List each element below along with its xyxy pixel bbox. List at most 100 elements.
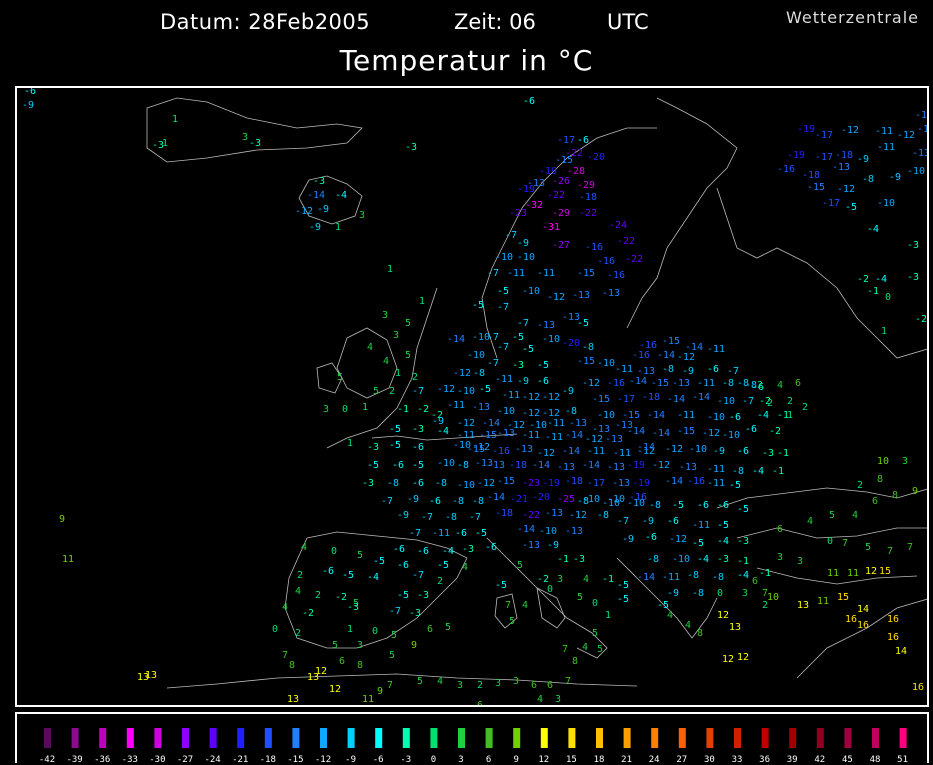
station-value: -8 xyxy=(452,496,464,507)
station-value: -13 xyxy=(612,478,630,489)
station-value: -5 xyxy=(497,286,509,297)
station-value: 5 xyxy=(445,622,451,633)
station-value: -15 xyxy=(577,356,595,367)
station-value: -15 xyxy=(662,336,680,347)
station-value: 3 xyxy=(557,574,563,585)
station-value: -2 xyxy=(857,274,869,285)
station-value: -3 xyxy=(362,478,374,489)
station-value: 8 xyxy=(527,704,533,707)
scale-swatch xyxy=(292,728,300,748)
station-value: -7 xyxy=(742,396,754,407)
station-value: -14 xyxy=(582,460,600,471)
scale-swatch xyxy=(485,728,493,748)
brand-label: Wetterzentrale xyxy=(786,8,920,27)
station-value: -4 xyxy=(335,190,347,201)
scale-swatch xyxy=(237,728,245,748)
scale-tick-label: -39 xyxy=(66,755,82,765)
station-value: -24 xyxy=(609,220,627,231)
station-value: -10 xyxy=(522,286,540,297)
station-value: -15 xyxy=(497,476,515,487)
scale-swatch xyxy=(375,728,383,748)
station-value: -9 xyxy=(857,154,869,165)
station-value: -11 xyxy=(697,378,715,389)
station-value: -19 xyxy=(632,478,650,489)
station-value: 16 xyxy=(912,682,924,693)
station-value: 3 xyxy=(742,588,748,599)
station-value: -5 xyxy=(617,580,629,591)
station-value: -22 xyxy=(617,236,635,247)
station-value: -12 xyxy=(437,384,455,395)
station-value: 4 xyxy=(437,676,443,687)
station-value: -11 xyxy=(613,448,631,459)
station-value: -14 xyxy=(637,442,655,453)
scale-tick-label: 9 xyxy=(513,755,518,765)
station-value: -8 xyxy=(649,500,661,511)
station-value: -6 xyxy=(667,516,679,527)
scale-swatch xyxy=(126,728,134,748)
station-value: 1 xyxy=(395,368,401,379)
station-value: 3 xyxy=(513,676,519,687)
scale-swatch xyxy=(568,728,576,748)
station-value: 11 xyxy=(817,596,829,607)
scale-tick-label: 21 xyxy=(621,755,632,765)
station-value: 5 xyxy=(389,650,395,661)
scale-swatch xyxy=(402,728,410,748)
station-value: 5 xyxy=(597,644,603,655)
station-value: -13 xyxy=(522,540,540,551)
station-value: 4 xyxy=(667,610,673,621)
station-value: -13 xyxy=(672,378,690,389)
station-value: -16 xyxy=(607,378,625,389)
station-value: -12 xyxy=(677,352,695,363)
station-value: -5 xyxy=(512,332,524,343)
station-value: 4 xyxy=(537,694,543,705)
station-value: -26 xyxy=(552,176,570,187)
station-value: -20 xyxy=(532,492,550,503)
station-value: -12 xyxy=(507,420,525,431)
station-value: -10 xyxy=(517,252,535,263)
station-value: -14 xyxy=(667,394,685,405)
station-value: -5 xyxy=(479,384,491,395)
station-value: 0 xyxy=(547,584,553,595)
station-value: -14 xyxy=(447,334,465,345)
station-value: 2 xyxy=(437,576,443,587)
scale-tick-label: 39 xyxy=(787,755,798,765)
station-value: -22 xyxy=(547,190,565,201)
station-value: -12 xyxy=(477,478,495,489)
scale-tick-label: 36 xyxy=(759,755,770,765)
station-value: -14 xyxy=(565,430,583,441)
scale-swatch xyxy=(430,728,438,748)
station-value: -6 xyxy=(455,528,467,539)
station-value: -6 xyxy=(417,546,429,557)
station-value: -12 xyxy=(897,130,915,141)
station-value: -8 xyxy=(457,460,469,471)
station-value: -10 xyxy=(539,526,557,537)
color-scale: -42 -39 -36 -33 -30 -27 -24 -21 -18 -15 -12 -9 -6 -3 0… xyxy=(39,728,908,765)
station-value: -6 xyxy=(737,446,749,457)
station-value: 6 xyxy=(777,524,783,535)
station-value: -10 xyxy=(672,554,690,565)
station-value: 4 xyxy=(522,600,528,611)
station-value: -3 xyxy=(573,554,585,565)
station-value: -3 xyxy=(313,176,325,187)
station-value: -10 xyxy=(689,444,707,455)
station-value: -6 xyxy=(485,542,497,553)
station-value: -9 xyxy=(622,534,634,545)
station-value: -31 xyxy=(542,222,560,233)
station-value: -6 xyxy=(745,424,757,435)
station-value: -9 xyxy=(397,510,409,521)
station-value: -13 xyxy=(679,462,697,473)
station-value: -7 xyxy=(517,318,529,329)
station-value: -18 xyxy=(579,192,597,203)
station-value: 15 xyxy=(879,566,891,577)
station-value: -17 xyxy=(815,130,833,141)
station-value: -4 xyxy=(875,274,887,285)
station-value: 1 xyxy=(419,296,425,307)
station-value: 11 xyxy=(362,694,374,705)
station-value: 1 xyxy=(347,438,353,449)
station-value: -29 xyxy=(552,208,570,219)
station-value: -6 xyxy=(412,442,424,453)
station-value: 0 xyxy=(717,588,723,599)
station-value: -3 xyxy=(717,554,729,565)
station-value: -3 xyxy=(412,424,424,435)
station-value: -18 xyxy=(509,460,527,471)
